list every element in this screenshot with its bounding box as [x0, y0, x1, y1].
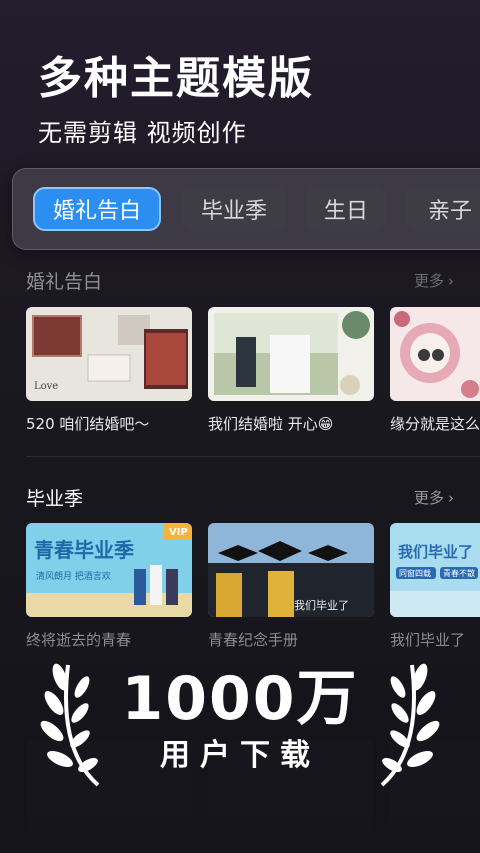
- thumb-text: 清风朗月 把酒言欢: [36, 570, 111, 582]
- download-caption: 用户下载: [160, 738, 320, 773]
- tab-birthday[interactable]: 生日: [305, 187, 387, 231]
- template-card-thumb[interactable]: [208, 307, 374, 401]
- template-card-thumb[interactable]: 青春毕业季 清风朗月 把酒言欢 VIP: [26, 523, 192, 617]
- tab-graduation[interactable]: 毕业季: [181, 187, 287, 231]
- thumb-text: 青春毕业季: [34, 538, 134, 562]
- thumb-text: Love: [34, 381, 58, 392]
- template-card-thumb[interactable]: Love: [26, 307, 192, 401]
- chevron-right-icon: ›: [448, 488, 454, 507]
- section-title-wedding: 婚礼告白: [26, 271, 103, 293]
- more-label: 更多: [413, 272, 444, 290]
- section-title-graduation: 毕业季: [26, 488, 84, 510]
- template-card-thumb[interactable]: [390, 307, 480, 401]
- template-card-title: 我们结婚啦 开心😁: [208, 415, 334, 433]
- template-card-title: 缘分就是这么: [390, 415, 480, 433]
- divider: [26, 456, 480, 457]
- template-card-thumb[interactable]: 我们毕业了: [208, 523, 374, 617]
- thumb-text: 青春不散: [443, 568, 475, 578]
- vip-badge: VIP: [169, 527, 188, 538]
- thumb-text: 同窗四载: [399, 568, 431, 578]
- download-count: 1000万: [121, 664, 359, 734]
- hero-title: 多种主题模版: [38, 53, 314, 104]
- template-card-title: 520 咱们结婚吧～: [26, 415, 150, 433]
- tab-parenting[interactable]: 亲子: [405, 187, 480, 231]
- more-label: 更多: [413, 489, 444, 507]
- more-link-graduation[interactable]: 更多 ›: [414, 487, 454, 508]
- chevron-right-icon: ›: [448, 271, 454, 290]
- more-link-wedding[interactable]: 更多 ›: [414, 270, 454, 291]
- hero-subtitle: 无需剪辑 视频创作: [38, 119, 247, 147]
- tab-wedding[interactable]: 婚礼告白: [33, 187, 161, 231]
- thumb-text: 我们毕业了: [398, 543, 473, 561]
- thumb-text: 我们毕业了: [294, 598, 349, 612]
- template-card-thumb[interactable]: 我们毕业了 同窗四载 青春不散: [390, 523, 480, 617]
- theme-tab-bar: 婚礼告白 毕业季 生日 亲子: [12, 168, 480, 250]
